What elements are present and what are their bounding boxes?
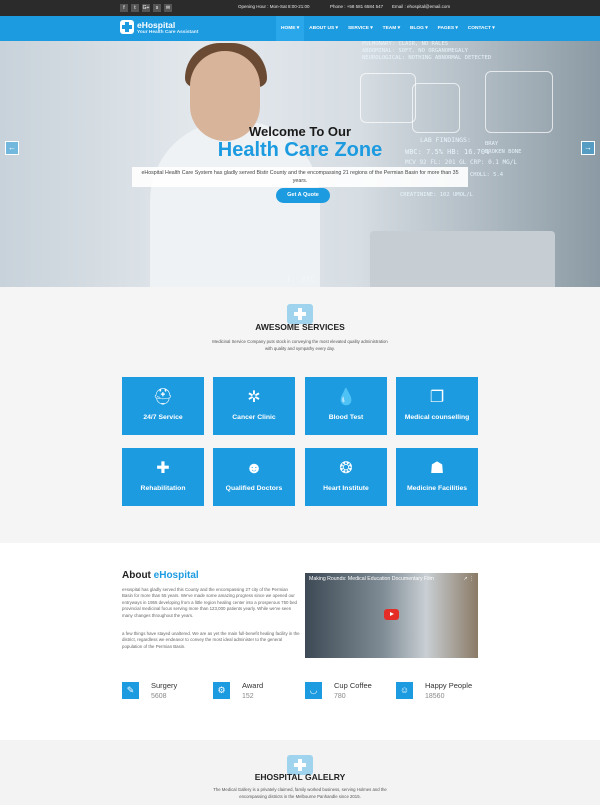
menu-item-team[interactable]: TEAM ▾ — [378, 16, 405, 41]
about-paragraph: a few things have stayed unaltered. We a… — [122, 631, 300, 649]
main-navbar: eHospital Your Health Care Assistant HOM… — [0, 16, 600, 41]
molecule-icon: ✲ — [247, 389, 261, 406]
brain-icon: ❂ — [339, 460, 353, 477]
service-label: Blood Test — [328, 414, 364, 421]
services-title: AWESOME SERVICES — [255, 322, 345, 332]
top-bar: f t G+ s ✉ Opening Hour : Mon-Sat 8:00-2… — [0, 0, 600, 16]
people-icon: ☺ — [396, 682, 413, 699]
main-menu: HOME ▾ ABOUT US ▾ SERVICE ▾ TEAM ▾ BLOG … — [276, 16, 500, 41]
skype-icon[interactable]: s — [153, 4, 161, 12]
facebook-icon[interactable]: f — [120, 4, 128, 12]
nurse-icon: ⛑ — [152, 389, 174, 406]
overlay-frame — [360, 73, 416, 123]
google-plus-icon[interactable]: G+ — [142, 4, 150, 12]
syringe-icon: ✎ — [122, 682, 139, 699]
service-label: Medicine Facilities — [406, 485, 468, 492]
overlay-text: CREATININE: 102 UMOL/L — [400, 192, 473, 198]
share-icon[interactable]: ↗ ⋮ — [463, 576, 474, 582]
doctor-icon: ☻ — [245, 460, 263, 477]
phone-info: Phone : +58 581 6584 547 — [330, 4, 384, 9]
overlay-temperature: T: 37C — [286, 275, 315, 284]
nurse-cap-icon: ☗ — [429, 460, 445, 477]
menu-item-about-us[interactable]: ABOUT US ▾ — [304, 16, 343, 41]
hero-slider: PULMONARY: CLAIR, NO RALES ABDOMINAL: SO… — [0, 41, 600, 287]
about-title-prefix: About — [122, 570, 154, 581]
service-card-rehabilitation[interactable]: ✚ Rehabilitation — [122, 448, 204, 506]
video-player[interactable]: Making Rounds: Medical Education Documen… — [305, 573, 478, 658]
about-paragraph: eHospital has gladly served this County … — [122, 587, 298, 618]
overlay-text: CHOLL: 5.4 — [470, 172, 504, 178]
hero-description: eHospital Health Care System has gladly … — [132, 167, 468, 187]
stat-value: 5608 — [151, 693, 167, 700]
about-title-accent: eHospital — [153, 570, 199, 581]
logo-name[interactable]: eHospital — [137, 20, 175, 30]
service-label: Rehabilitation — [140, 485, 186, 492]
first-aid-kit-icon — [287, 304, 313, 324]
stat-value: 18560 — [425, 693, 445, 700]
gallery-title: EHOSPITAL GALELRY — [254, 772, 346, 782]
overlay-text: ABDOMINAL: SOFT, NO ORGANOMEGALY — [362, 48, 468, 54]
stat-label: Surgery — [151, 681, 178, 690]
service-card-blood-test[interactable]: 💧 Blood Test — [305, 377, 387, 435]
menu-item-service[interactable]: SERVICE ▾ — [343, 16, 378, 41]
service-label: Qualified Doctors — [225, 485, 283, 492]
service-card-qualified-doctors[interactable]: ☻ Qualified Doctors — [213, 448, 295, 506]
hero-laptop-image — [370, 231, 555, 287]
stat-cup-coffee: ◡ Cup Coffee 780 — [305, 681, 395, 703]
stat-award: ⚙ Award 152 — [213, 681, 303, 703]
twitter-icon[interactable]: t — [131, 4, 139, 12]
files-icon: ❐ — [429, 389, 445, 406]
stat-value: 152 — [242, 693, 254, 700]
stat-label: Cup Coffee — [334, 681, 372, 690]
services-description: Medicinal Service Company puts stock in … — [212, 339, 388, 351]
play-icon[interactable] — [384, 609, 399, 620]
video-title[interactable]: Making Rounds: Medical Education Documen… — [309, 576, 434, 582]
social-links: f t G+ s ✉ — [120, 4, 172, 12]
slider-prev-arrow-icon[interactable]: ← — [5, 141, 19, 155]
stat-value: 780 — [334, 693, 346, 700]
stat-surgery: ✎ Surgery 5608 — [122, 681, 212, 703]
email-info[interactable]: Email : ehospital@email.com — [392, 4, 450, 9]
menu-item-pages[interactable]: PAGES ▾ — [433, 16, 463, 41]
menu-item-home[interactable]: HOME ▾ — [276, 16, 305, 41]
slider-next-arrow-icon[interactable]: → — [581, 141, 595, 155]
get-quote-button[interactable]: Get A Quote — [276, 188, 330, 203]
service-label: Heart Institute — [323, 485, 369, 492]
stat-label: Award — [242, 681, 264, 690]
award-icon: ⚙ — [213, 682, 230, 699]
menu-item-contact[interactable]: CONTACT ▾ — [463, 16, 500, 41]
opening-hours: Opening Hour : Mon-Sat 8:00-21:00 — [238, 4, 310, 9]
service-card-medicine-facilities[interactable]: ☗ Medicine Facilities — [396, 448, 478, 506]
logo-tagline: Your Health Care Assistant — [137, 30, 199, 35]
service-card-heart-institute[interactable]: ❂ Heart Institute — [305, 448, 387, 506]
hero-subtitle: Health Care Zone — [217, 139, 383, 161]
blood-drop-icon: 💧 — [336, 389, 356, 406]
service-label: Medical counselling — [404, 414, 470, 421]
service-card-24-7[interactable]: ⛑ 24/7 Service — [122, 377, 204, 435]
tooth-icon: ◡ — [305, 682, 322, 699]
email-icon[interactable]: ✉ — [164, 4, 172, 12]
hospital-cross-icon[interactable] — [120, 20, 134, 34]
service-card-cancer-clinic[interactable]: ✲ Cancer Clinic — [213, 377, 295, 435]
overlay-text: PULMONARY: CLAIR, NO RALES — [362, 41, 449, 47]
stat-happy-people: ☺ Happy People 18560 — [396, 681, 486, 703]
about-title: About eHospital — [122, 570, 199, 581]
service-card-medical-counselling[interactable]: ❐ Medical counselling — [396, 377, 478, 435]
menu-item-blog[interactable]: BLOG ▾ — [405, 16, 433, 41]
hero-title: Welcome To Our — [248, 124, 352, 139]
medical-cross-icon: ✚ — [156, 460, 170, 477]
overlay-text: NEUROLOGICAL: NOTHING ABNORMAL DETECTED — [362, 55, 492, 61]
stat-label: Happy People — [425, 681, 473, 690]
service-label: 24/7 Service — [143, 414, 183, 421]
service-label: Cancer Clinic — [232, 414, 276, 421]
gallery-description: The Medical Gallery is a privately claim… — [213, 787, 387, 799]
